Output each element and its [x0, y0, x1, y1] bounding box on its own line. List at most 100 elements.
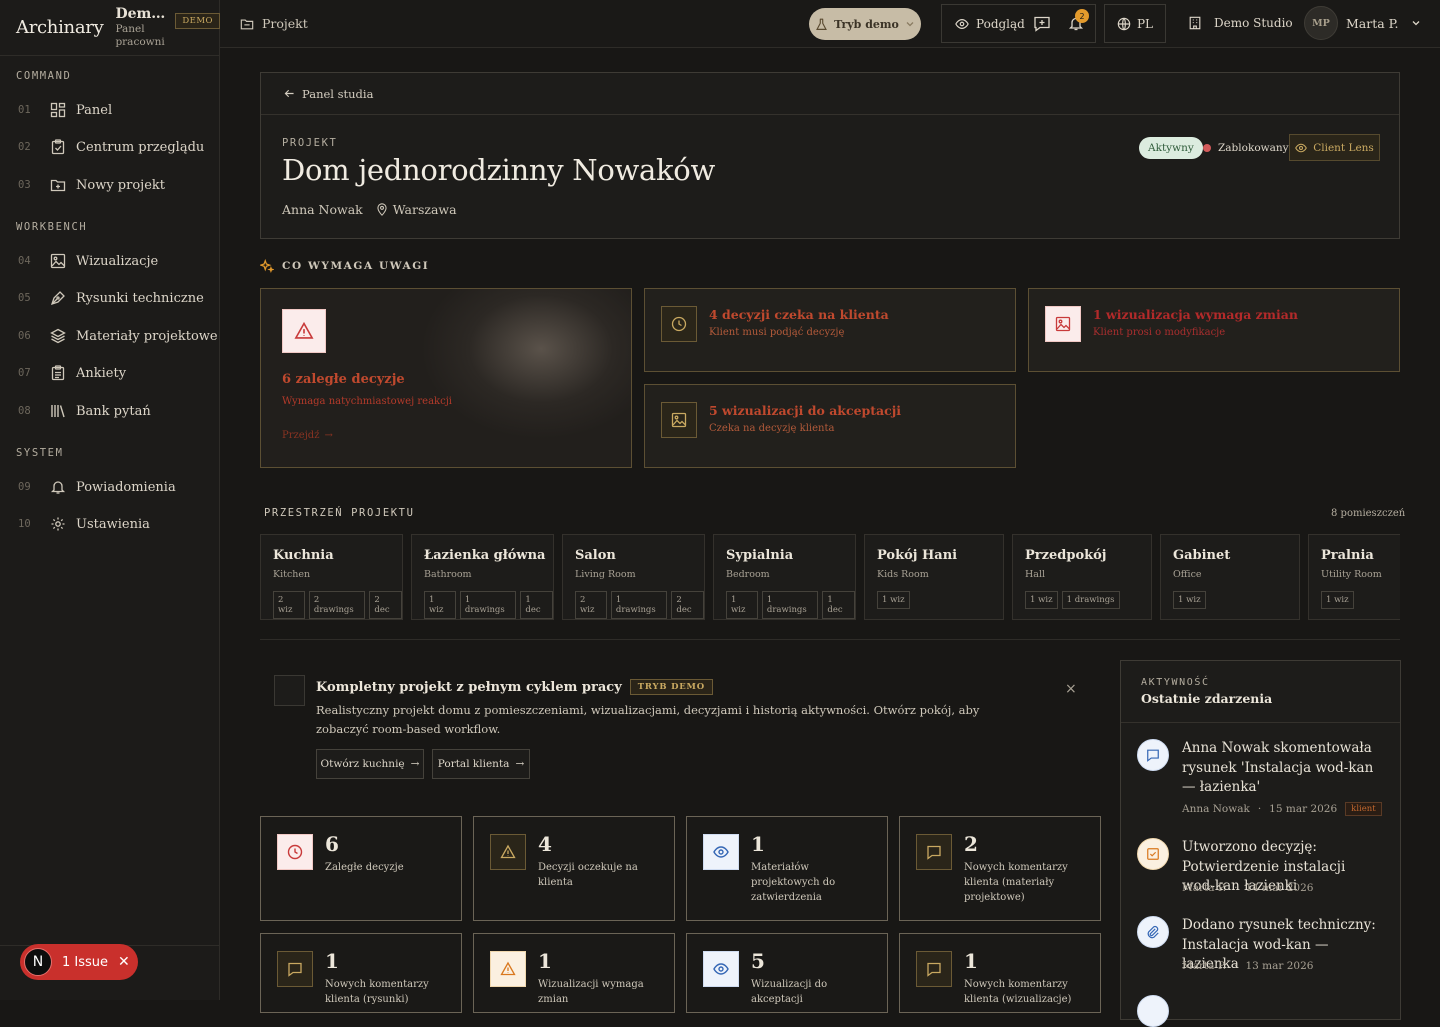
- nav-label: Panel: [76, 102, 113, 118]
- card-title: 5 wizualizacji do akceptacji: [709, 403, 902, 418]
- room-card-kids-room[interactable]: Pokój Hani Kids Room 1 wiz: [864, 534, 1004, 620]
- stat-label: Wizualizacji wymaga zmian: [538, 979, 644, 1005]
- open-kitchen-button[interactable]: Otwórz kuchnię →: [316, 749, 424, 779]
- activity-author: Marta P.: [1182, 960, 1227, 972]
- studio-name: Demo Studio: [1214, 16, 1293, 30]
- stat-value: 1: [751, 832, 765, 856]
- sidebar-item-new-project[interactable]: 03 Nowy projekt: [0, 167, 219, 203]
- globe-icon: [1117, 17, 1131, 31]
- room-tags: 1 wiz: [1173, 591, 1206, 609]
- clock-icon: [277, 834, 313, 870]
- room-card-kitchen[interactable]: Kuchnia Kitchen 2 wiz 2 drawings 2 dec: [260, 534, 403, 620]
- card-subtitle: Klient prosi o modyfikacje: [1093, 327, 1226, 338]
- room-card-hall[interactable]: Przedpokój Hall 1 wiz 1 drawings: [1012, 534, 1152, 620]
- nav-number: 04: [18, 255, 31, 267]
- add-comment-icon[interactable]: [1033, 15, 1051, 33]
- topbar: Projekt Tryb demo Podgląd 2 PL Demo Stud…: [220, 0, 1440, 48]
- eye-icon: [703, 834, 739, 870]
- stat-card-drawing-comments[interactable]: 1 Nowych komentarzy klienta (rysunki): [260, 933, 462, 1013]
- sidebar-item-notifications[interactable]: 09 Powiadomienia: [0, 469, 219, 505]
- stat-card-viz-approval[interactable]: 5 Wizualizacji do akceptacji: [686, 933, 888, 1013]
- demo-banner-icon-box: [274, 675, 305, 706]
- sidebar-item-panel[interactable]: 01 Panel: [0, 92, 219, 128]
- sidebar-item-question-bank[interactable]: 08 Bank pytań: [0, 393, 219, 429]
- room-name: Gabinet: [1173, 548, 1231, 563]
- attention-title: CO WYMAGA UWAGI: [282, 260, 430, 272]
- flask-icon: [815, 18, 828, 31]
- sidebar-item-surveys[interactable]: 07 Ankiety: [0, 355, 219, 391]
- nav-label: Ustawienia: [76, 516, 150, 532]
- nav-label: Nowy projekt: [76, 177, 165, 193]
- demo-mode-chip: TRYB DEMO: [629, 679, 713, 695]
- room-tag: 2 wiz: [273, 591, 305, 619]
- room-card-bathroom[interactable]: Łazienka główna Bathroom 1 wiz 1 drawings…: [411, 534, 554, 620]
- client-portal-button[interactable]: Portal klienta →: [432, 749, 530, 779]
- nav-number: 03: [18, 179, 31, 191]
- breadcrumb-label: Projekt: [262, 16, 308, 31]
- stat-card-materials-approval[interactable]: 1 Materiałów projektowych do zatwierdzen…: [686, 816, 888, 921]
- close-icon[interactable]: ✕: [118, 954, 130, 970]
- demo-mode-button[interactable]: Tryb demo: [809, 8, 921, 40]
- sidebar-item-settings[interactable]: 10 Ustawienia: [0, 506, 219, 542]
- status-badge: Aktywny: [1139, 137, 1203, 159]
- sidebar-item-review-center[interactable]: 02 Centrum przeglądu: [0, 129, 219, 165]
- preview-button[interactable]: Podgląd: [955, 17, 1025, 31]
- back-to-studio-link[interactable]: Panel studia: [261, 73, 1399, 115]
- workspace-switcher[interactable]: Dem… Panel pracowni: [115, 6, 165, 50]
- client-lens-button[interactable]: Client Lens: [1289, 134, 1380, 161]
- room-card-utility-room[interactable]: Pralnia Utility Room 1 wiz: [1308, 534, 1400, 620]
- room-tag: 2 dec: [671, 591, 704, 619]
- activity-date: 15 mar 2026: [1269, 803, 1338, 815]
- bell-icon: [50, 479, 76, 495]
- chevron-down-icon: [1411, 18, 1421, 28]
- breadcrumb[interactable]: Projekt: [240, 16, 308, 31]
- stat-card-viz-comments[interactable]: 1 Nowych komentarzy klienta (wizualizacj…: [899, 933, 1101, 1013]
- stat-card-awaiting-client[interactable]: 4 Decyzji oczekuje na klienta: [473, 816, 675, 921]
- studio-switcher[interactable]: Demo Studio: [1188, 16, 1293, 30]
- close-icon[interactable]: ×: [1065, 681, 1077, 697]
- room-card-office[interactable]: Gabinet Office 1 wiz: [1160, 534, 1300, 620]
- room-tags: 1 wiz 1 drawings 1 dec: [726, 591, 855, 619]
- nav-number: 07: [18, 367, 31, 379]
- go-to-label: Przejdź: [282, 430, 320, 441]
- language-switcher[interactable]: PL: [1104, 4, 1166, 43]
- go-to-link[interactable]: Przejdź →: [282, 430, 333, 441]
- sparkles-icon: [260, 259, 274, 273]
- overdue-decisions-card[interactable]: 6 zaległe decyzje Wymaga natychmiastowej…: [260, 288, 632, 468]
- room-card-living-room[interactable]: Salon Living Room 2 wiz 1 drawings 2 dec: [562, 534, 705, 620]
- sidebar: Archinary Dem… Panel pracowni DEMO COMMA…: [0, 0, 221, 1000]
- sidebar-item-design-materials[interactable]: 06 Materiały projektowe: [0, 318, 219, 354]
- nav-number: 06: [18, 330, 31, 342]
- card-title: 4 decyzji czeka na klienta: [709, 307, 889, 322]
- separator: ·: [1234, 960, 1238, 972]
- clipboard-list-icon: [50, 365, 76, 381]
- stat-card-material-comments[interactable]: 2 Nowych komentarzy klienta (materiały p…: [899, 816, 1101, 921]
- map-pin-icon: [376, 203, 388, 216]
- room-tag: 1 wiz: [1321, 591, 1354, 609]
- brand-logo[interactable]: Archinary: [16, 17, 104, 38]
- sidebar-item-technical-drawings[interactable]: 05 Rysunki techniczne: [0, 280, 219, 316]
- activity-meta: Marta P. · 13 mar 2026: [1182, 960, 1313, 972]
- stat-card-viz-changes[interactable]: 1 Wizualizacji wymaga zmian: [473, 933, 675, 1013]
- folder-plus-icon: [50, 177, 76, 193]
- nav-label: Materiały projektowe: [76, 328, 218, 344]
- activity-author: Anna Nowak: [1182, 803, 1250, 815]
- pending-approval-card[interactable]: 5 wizualizacji do akceptacji Czeka na de…: [644, 384, 1016, 468]
- nav-number: 09: [18, 481, 31, 493]
- paperclip-icon: [1137, 916, 1169, 948]
- awaiting-client-card[interactable]: 4 decyzji czeka na klienta Klient musi p…: [644, 288, 1016, 372]
- issue-indicator-button[interactable]: N 1 Issue ✕: [20, 944, 138, 980]
- project-header-card: Panel studia PROJEKT Dom jednorodzinny N…: [260, 72, 1400, 239]
- eye-icon: [703, 951, 739, 987]
- room-name-en: Living Room: [575, 569, 636, 580]
- stat-card-overdue-decisions[interactable]: 6 Zaległe decyzje: [260, 816, 462, 921]
- user-menu[interactable]: MP Marta P.: [1304, 6, 1421, 40]
- room-tag: 1 wiz: [424, 591, 456, 619]
- nav-number: 01: [18, 104, 31, 116]
- room-card-bedroom[interactable]: Sypialnia Bedroom 1 wiz 1 drawings 1 dec: [713, 534, 856, 620]
- image-icon: [661, 402, 697, 438]
- demo-badge: DEMO: [175, 12, 221, 29]
- separator: ·: [1234, 882, 1238, 894]
- sidebar-item-visualizations[interactable]: 04 Wizualizacje: [0, 243, 219, 279]
- changes-requested-card[interactable]: 1 wizualizacja wymaga zmian Klient prosi…: [1028, 288, 1400, 372]
